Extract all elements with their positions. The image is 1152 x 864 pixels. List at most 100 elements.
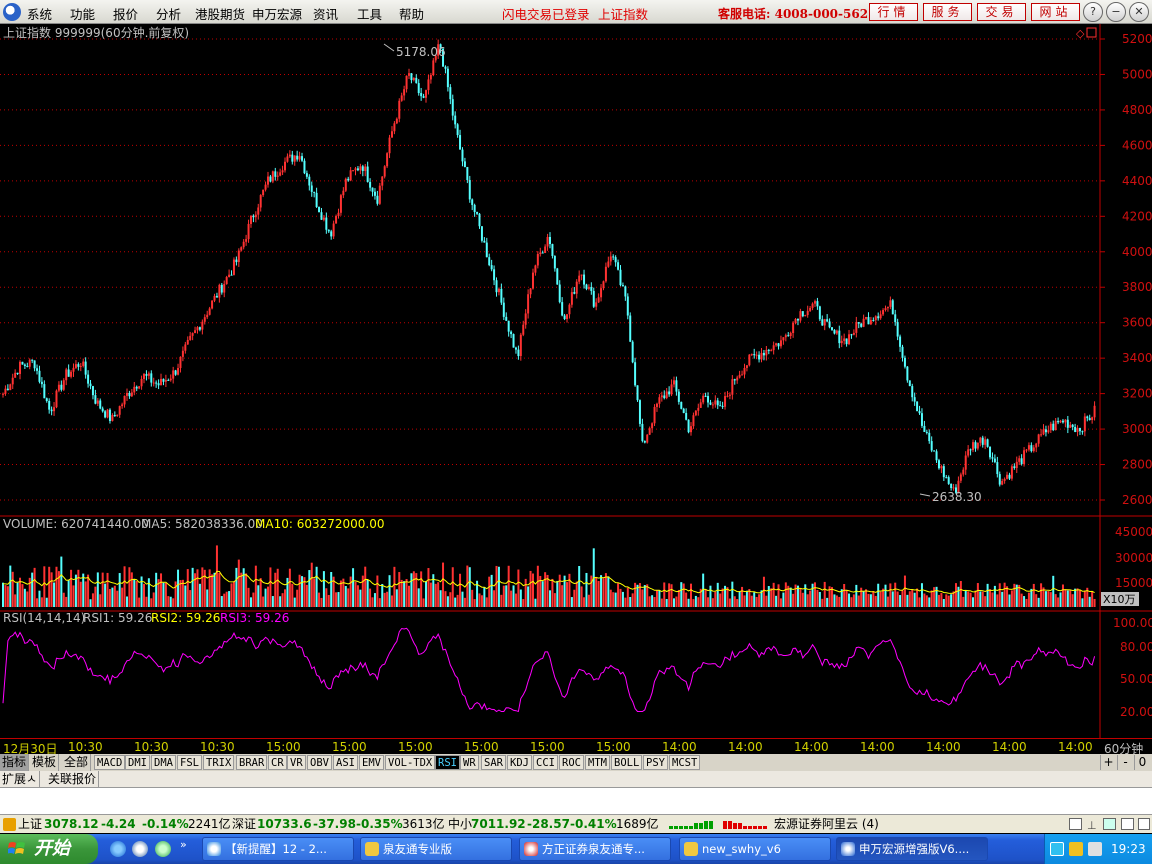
close-icon[interactable]: ✕	[1129, 2, 1149, 22]
candle-body	[422, 96, 425, 98]
volume-bar	[794, 584, 797, 607]
indicator-tab-fsl[interactable]: FSL	[177, 755, 202, 770]
indicator-tab-rsi[interactable]: RSI	[435, 755, 460, 770]
indicator-tab-sar[interactable]: SAR	[481, 755, 506, 770]
indicator-tab-kdj[interactable]: KDJ	[507, 755, 532, 770]
start-button[interactable]: 开始	[0, 834, 98, 864]
menu-help[interactable]: 帮助	[399, 4, 424, 23]
candle-body	[415, 77, 418, 84]
tab-templates[interactable]: 模板	[30, 754, 60, 771]
indicator-tab-mtm[interactable]: MTM	[585, 755, 610, 770]
volume-bar	[911, 589, 914, 607]
candle-body	[947, 477, 950, 484]
volume-icon[interactable]	[1088, 842, 1102, 856]
network-icon[interactable]	[1050, 842, 1064, 856]
stock-chart[interactable]: 5200 5000 4800 4600 4400 4200 4000 3800 3600 3400…	[0, 24, 1152, 738]
volume-bar	[412, 571, 415, 607]
indicator-tab-vr[interactable]: VR	[287, 755, 306, 770]
indicator-tab-emv[interactable]: EMV	[359, 755, 384, 770]
expand-icon[interactable]: »	[180, 838, 187, 851]
menu-tools[interactable]: 工具	[357, 4, 382, 23]
volume-bar	[237, 559, 240, 607]
candle-body	[670, 384, 673, 395]
indicator-tab-boll[interactable]: BOLL	[611, 755, 643, 770]
website-button[interactable]: 网站	[1031, 3, 1080, 21]
candle-body	[816, 301, 819, 307]
candle-body	[291, 154, 294, 162]
volume-bar	[862, 591, 865, 607]
indicator-tab-asi[interactable]: ASI	[333, 755, 358, 770]
indicator-tab-obv[interactable]: OBV	[307, 755, 332, 770]
candle-body	[775, 343, 778, 346]
indicator-tab-trix[interactable]: TRIX	[203, 755, 235, 770]
indicator-tab-dma[interactable]: DMA	[151, 755, 176, 770]
volume-bar	[709, 585, 712, 607]
menu-function[interactable]: 功能	[70, 4, 95, 23]
menu-analysis[interactable]: 分析	[156, 4, 181, 23]
candle-body	[449, 87, 452, 100]
candle-body	[566, 314, 569, 319]
candle-body	[1037, 434, 1040, 444]
volume-bar	[446, 596, 449, 607]
menu-news[interactable]: 资讯	[313, 4, 338, 23]
candle-body	[792, 322, 795, 334]
ie-icon[interactable]	[110, 841, 126, 857]
chart-area[interactable]: 5200 5000 4800 4600 4400 4200 4000 3800 3600 3400…	[0, 24, 1152, 738]
menu-system[interactable]: 系统	[27, 4, 52, 23]
app-logo-icon[interactable]	[3, 3, 21, 21]
trade-button[interactable]: 交易	[977, 3, 1026, 21]
task-item[interactable]: 泉友通专业版	[360, 837, 512, 861]
indicator-tab-mcst[interactable]: MCST	[669, 755, 701, 770]
indicator-tab-wr[interactable]: WR	[460, 755, 479, 770]
volume-bar	[77, 569, 80, 607]
tab-all[interactable]: 全部	[62, 754, 92, 771]
menu-hk-futures[interactable]: 港股期货	[195, 4, 245, 23]
shield-icon[interactable]	[1069, 842, 1083, 856]
lock-icon[interactable]	[1121, 818, 1134, 830]
tab-expand[interactable]: 扩展ㅅ	[0, 771, 41, 788]
volume-bar	[284, 589, 287, 607]
volume-bar	[933, 587, 936, 607]
candle-body	[223, 283, 226, 293]
indicator-tab-dmi[interactable]: DMI	[125, 755, 150, 770]
tab-indicators[interactable]: 指标	[0, 754, 30, 771]
task-item[interactable]: new_swhy_v6	[679, 837, 831, 861]
minimize-icon[interactable]: −	[1106, 2, 1126, 22]
volume-bar	[196, 569, 199, 607]
volume-bar	[252, 592, 255, 607]
indicator-tab-brar[interactable]: BRAR	[236, 755, 268, 770]
service-button[interactable]: 服务	[923, 3, 972, 21]
indicator-tab-vol-tdx[interactable]: VOL-TDX	[385, 755, 436, 770]
zoom-out-button[interactable]: -	[1117, 755, 1133, 770]
tab-related-quotes[interactable]: 关联报价	[46, 771, 100, 788]
notice-icon[interactable]	[3, 818, 16, 831]
tile-icon[interactable]	[1103, 818, 1116, 830]
candle-body	[1032, 447, 1035, 452]
menu-swhy[interactable]: 申万宏源	[252, 4, 302, 23]
indicator-tab-cr[interactable]: CR	[268, 755, 287, 770]
candle-body	[480, 226, 483, 241]
zoom-in-button[interactable]: +	[1100, 755, 1116, 770]
indicator-tab-roc[interactable]: ROC	[559, 755, 584, 770]
menu-quote[interactable]: 报价	[113, 4, 138, 23]
diamond-icon[interactable]: ◇	[1076, 27, 1085, 40]
candle-body	[152, 382, 155, 384]
panel-icon[interactable]	[1069, 818, 1082, 830]
volume-bar	[502, 585, 505, 607]
task-item[interactable]: 方正证券泉友通专...	[519, 837, 671, 861]
indicator-tab-cci[interactable]: CCI	[533, 755, 558, 770]
volume-bar	[976, 583, 979, 607]
volume-bar	[680, 582, 683, 607]
help-icon[interactable]: ?	[1083, 2, 1103, 22]
volume-bar	[269, 567, 272, 607]
volume-bar	[449, 592, 452, 607]
task-item[interactable]: 申万宏源增强版V6....	[836, 837, 988, 861]
zoom-reset-button[interactable]: 0	[1134, 755, 1150, 770]
settings-icon[interactable]	[1138, 818, 1150, 830]
market-button[interactable]: 行情	[869, 3, 918, 21]
browser-icon[interactable]	[132, 841, 148, 857]
indicator-tab-psy[interactable]: PSY	[643, 755, 668, 770]
app-icon[interactable]	[155, 841, 171, 857]
indicator-tab-macd[interactable]: MACD	[94, 755, 126, 770]
task-item[interactable]: 【新提醒】12 - 2...	[202, 837, 354, 861]
